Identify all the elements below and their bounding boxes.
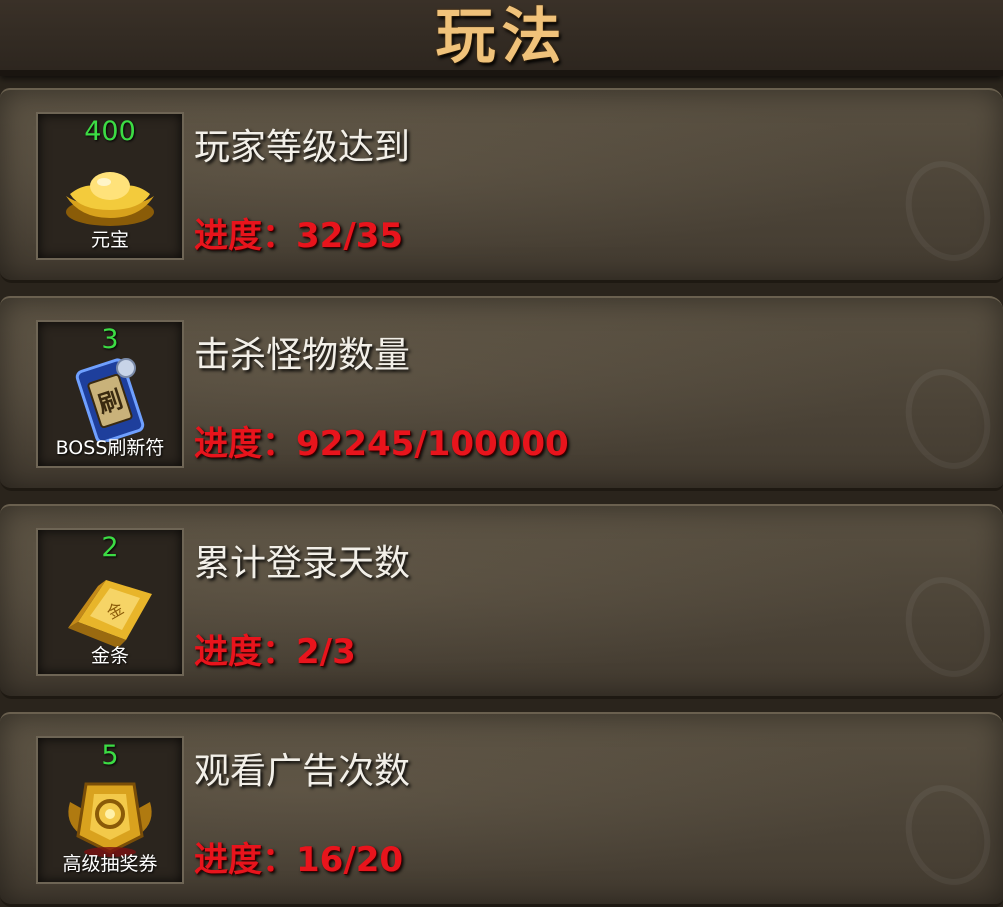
task-title: 击杀怪物数量 xyxy=(194,335,411,376)
gold-ingot-icon xyxy=(66,172,154,226)
swirl-decoration xyxy=(892,149,1003,273)
reward-slot[interactable]: 400 元宝 xyxy=(36,112,184,260)
reward-slot[interactable]: 金 2 金条 xyxy=(36,528,184,676)
reward-name: 元宝 xyxy=(90,229,129,251)
task-progress: 进度：92245/100000 xyxy=(194,424,569,464)
header-bar: 玩法 xyxy=(0,0,1003,76)
page-title: 玩法 xyxy=(435,2,568,72)
swirl-decoration xyxy=(892,773,1003,897)
lottery-ticket-icon xyxy=(68,782,152,857)
task-title: 累计登录天数 xyxy=(194,543,411,584)
task-progress: 进度：32/35 xyxy=(194,216,404,256)
task-progress: 进度：2/3 xyxy=(194,632,356,672)
swirl-decoration xyxy=(892,565,1003,689)
reward-slot[interactable]: 刷 3 BOSS刷新符 xyxy=(36,320,184,468)
boss-refresh-talisman-icon: 刷 xyxy=(75,358,145,442)
task-title: 玩家等级达到 xyxy=(194,127,411,168)
reward-slot[interactable]: 5 高级抽奖券 xyxy=(36,736,184,884)
reward-quantity: 400 xyxy=(84,116,136,147)
reward-name: 高级抽奖券 xyxy=(62,853,158,875)
task-row: 刷 3 BOSS刷新符 击杀怪物数量 进度：92245/100000 xyxy=(0,296,1003,491)
task-title: 观看广告次数 xyxy=(194,751,411,792)
reward-quantity: 5 xyxy=(101,740,119,771)
gold-bar-icon: 金 xyxy=(68,580,152,648)
swirl-decoration xyxy=(892,357,1003,481)
reward-name: BOSS刷新符 xyxy=(55,437,165,459)
task-row: 金 2 金条 累计登录天数 进度：2/3 xyxy=(0,504,1003,699)
task-progress: 进度：16/20 xyxy=(194,840,404,880)
reward-quantity: 2 xyxy=(101,532,119,563)
task-row: 5 高级抽奖券 观看广告次数 进度：16/20 xyxy=(0,712,1003,907)
reward-name: 金条 xyxy=(90,645,129,667)
reward-quantity: 3 xyxy=(101,324,119,355)
task-row: 400 元宝 玩家等级达到 进度：32/35 xyxy=(0,88,1003,283)
